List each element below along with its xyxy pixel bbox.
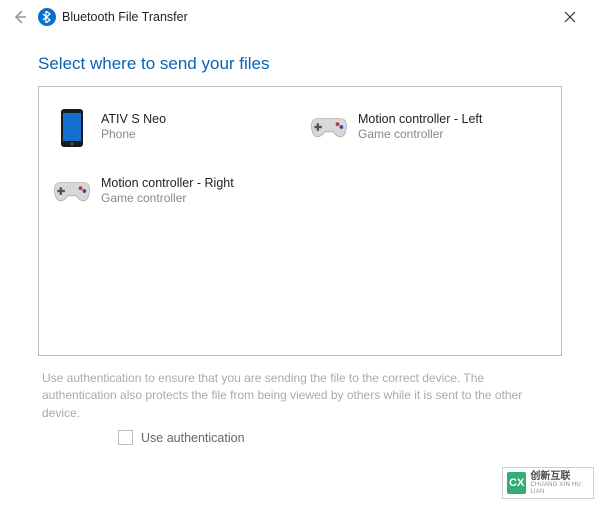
device-type: Game controller: [101, 191, 234, 207]
device-motion-controller-left[interactable]: Motion controller - Left Game controller: [308, 105, 549, 159]
use-authentication-label: Use authentication: [141, 431, 245, 445]
device-name: Motion controller - Left: [358, 111, 482, 127]
back-arrow-icon: [12, 9, 28, 25]
page-heading: Select where to send your files: [38, 54, 562, 74]
titlebar: Bluetooth File Transfer: [0, 0, 600, 34]
device-list: ATIV S Neo Phone Motion controller - Lef…: [38, 86, 562, 356]
device-type: Phone: [101, 127, 166, 143]
watermark-badge: CX: [507, 472, 526, 494]
authentication-hint: Use authentication to ensure that you ar…: [42, 370, 558, 422]
authentication-row: Use authentication: [118, 430, 562, 445]
device-motion-controller-right[interactable]: Motion controller - Right Game controlle…: [51, 169, 292, 223]
watermark-line2: CHUANG XIN HU LIAN: [530, 482, 589, 495]
device-name: Motion controller - Right: [101, 175, 234, 191]
use-authentication-checkbox[interactable]: [118, 430, 133, 445]
phone-icon: [53, 107, 91, 149]
device-name: ATIV S Neo: [101, 111, 166, 127]
device-ativ-s-neo[interactable]: ATIV S Neo Phone: [51, 105, 292, 159]
gamepad-icon: [53, 171, 91, 213]
watermark: CX 创新互联 CHUANG XIN HU LIAN: [502, 467, 594, 499]
back-button[interactable]: [8, 5, 32, 29]
window-title: Bluetooth File Transfer: [62, 10, 188, 24]
gamepad-icon: [310, 107, 348, 149]
close-icon: [564, 11, 576, 23]
close-button[interactable]: [550, 4, 590, 30]
device-type: Game controller: [358, 127, 482, 143]
bluetooth-icon: [38, 8, 56, 26]
watermark-line1: 创新互联: [530, 471, 589, 482]
